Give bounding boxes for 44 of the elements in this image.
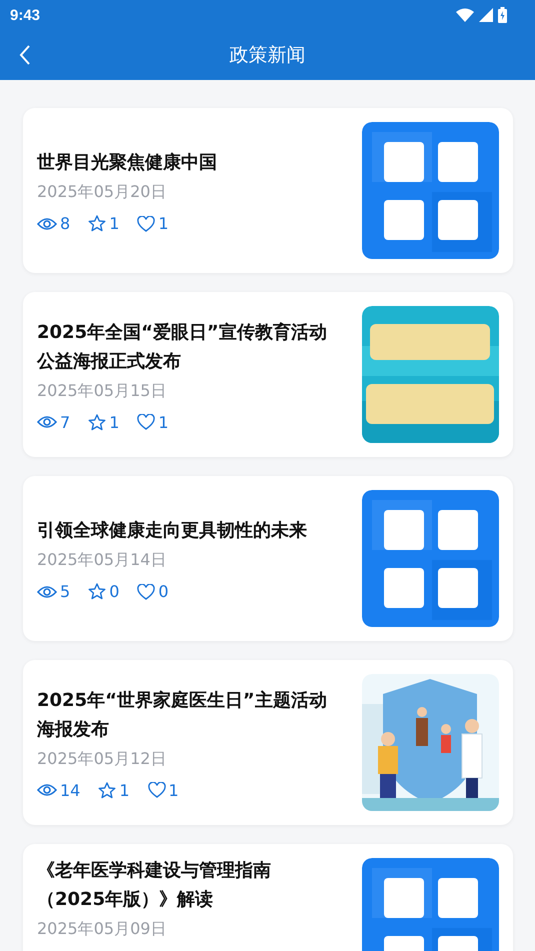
eye-icon bbox=[37, 216, 57, 230]
news-date: 2025年05月15日 bbox=[37, 380, 168, 402]
favorite-count: 0 bbox=[109, 582, 120, 601]
news-date: 2025年05月12日 bbox=[37, 748, 168, 770]
heart-icon bbox=[137, 584, 156, 600]
eye-icon bbox=[37, 415, 57, 429]
eye-icon bbox=[37, 783, 57, 797]
signal-icon bbox=[479, 8, 493, 22]
battery-icon bbox=[498, 7, 507, 23]
favorite-count: 1 bbox=[109, 214, 120, 233]
like-count: 1 bbox=[168, 780, 179, 800]
news-title: 2025年全国“爱眼日”宣传教育活动公益海报正式发布 bbox=[37, 320, 328, 374]
news-card[interactable]: 《老年医学科建设与管理指南（2025年版）》解读 2025年05月09日 bbox=[23, 844, 513, 951]
news-date: 2025年05月20日 bbox=[37, 181, 168, 203]
heart-icon bbox=[137, 216, 156, 232]
star-icon bbox=[88, 583, 106, 600]
like-count: 0 bbox=[158, 582, 169, 601]
view-count: 5 bbox=[60, 582, 70, 601]
news-title: 《老年医学科建设与管理指南（2025年版）》解读 bbox=[37, 859, 272, 912]
star-icon bbox=[88, 215, 106, 232]
star-icon bbox=[98, 782, 116, 798]
eye-icon bbox=[37, 584, 57, 598]
news-title: 引领全球健康走向更具韧性的未来 bbox=[37, 519, 308, 543]
heart-icon bbox=[137, 414, 156, 430]
news-date: 2025年05月09日 bbox=[37, 918, 168, 940]
news-date: 2025年05月14日 bbox=[37, 549, 168, 571]
news-card[interactable]: 2025年全国“爱眼日”宣传教育活动公益海报正式发布 2025年05月15日 7 1 1 bbox=[23, 292, 513, 457]
like-count: 1 bbox=[158, 214, 169, 233]
news-card[interactable]: 世界目光聚焦健康中国 2025年05月20日 8 1 1 bbox=[23, 108, 513, 273]
page-title: 政策新闻 bbox=[230, 43, 306, 68]
view-count: 8 bbox=[60, 214, 70, 233]
news-card[interactable]: 2025年“世界家庭医生日”主题活动海报发布 2025年05月12日 14 1 1 bbox=[23, 660, 513, 825]
favorite-count: 1 bbox=[109, 412, 120, 432]
favorite-count: 1 bbox=[119, 780, 130, 800]
status-time: 9:43 bbox=[10, 6, 40, 24]
view-count: 7 bbox=[60, 412, 70, 432]
wifi-icon bbox=[456, 8, 474, 22]
view-count: 14 bbox=[60, 780, 80, 800]
like-count: 1 bbox=[158, 412, 169, 432]
news-card[interactable]: 引领全球健康走向更具韧性的未来 2025年05月14日 5 0 0 bbox=[23, 476, 513, 641]
heart-icon bbox=[148, 782, 166, 798]
news-title: 世界目光聚焦健康中国 bbox=[37, 151, 218, 175]
star-icon bbox=[88, 414, 106, 430]
news-title: 2025年“世界家庭医生日”主题活动海报发布 bbox=[37, 688, 328, 742]
